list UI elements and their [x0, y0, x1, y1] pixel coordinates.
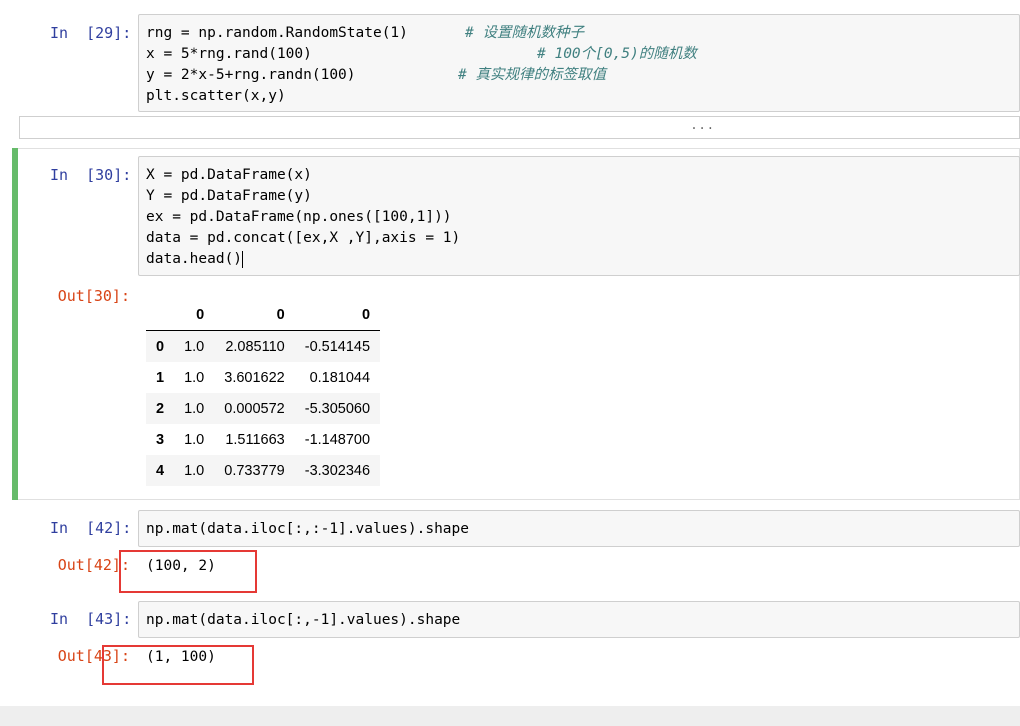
code-line: Y = pd.DataFrame(y)	[146, 188, 312, 204]
table-cell: -1.148700	[304, 431, 371, 448]
code-line: ex = pd.DataFrame(np.ones([100,1]))	[146, 209, 452, 225]
code-text: data.head()	[146, 251, 243, 267]
row-index: 4	[156, 462, 165, 479]
table-cell: 1.511663	[225, 431, 285, 448]
table-cell: 0.733779	[224, 462, 285, 479]
table-cell: 3.601622	[224, 369, 285, 386]
code-line: np.mat(data.iloc[:,-1].values).shape	[146, 612, 461, 628]
code-line: x = 5*rng.rand(100)	[146, 46, 312, 62]
table-header: 0	[174, 300, 215, 331]
notebook-bottom-margin	[0, 706, 1020, 726]
table-cell: 1.0	[184, 369, 205, 386]
table-header: 0	[214, 300, 295, 331]
code-line: y = 2*x-5+rng.randn(100)	[146, 67, 356, 83]
annotation-box	[119, 550, 257, 593]
table-header: 0	[294, 300, 381, 331]
code-line: X = pd.DataFrame(x)	[146, 167, 312, 183]
table-cell: -0.514145	[304, 338, 371, 355]
table-cell: 0.000572	[224, 400, 285, 417]
table-cell: 1.0	[184, 400, 205, 417]
annotation-box	[102, 645, 254, 685]
collapsed-output-ellipsis: ...	[690, 118, 715, 132]
table-row: 1 1.0 3.601622 0.181044	[146, 362, 380, 393]
code-line: data = pd.concat([ex,X ,Y],axis = 1)	[146, 230, 461, 246]
row-index: 1	[156, 369, 165, 386]
table-row: 3 1.0 1.511663 -1.148700	[146, 424, 380, 455]
code-comment: # 100个[0,5)的随机数	[537, 46, 697, 62]
in-prompt-42: In [42]:	[50, 519, 132, 537]
in-prompt-29: In [29]:	[50, 24, 132, 42]
out-prompt-42: Out[42]:	[57, 556, 130, 574]
table-cell: 1.0	[184, 338, 205, 355]
table-row: 4 1.0 0.733779 -3.302346	[146, 455, 381, 486]
table-cell: 1.0	[184, 431, 205, 448]
code-comment: # 真实规律的标签取值	[458, 67, 606, 83]
table-row: 0 1.0 2.085110 -0.514145	[146, 330, 381, 362]
code-line: rng = np.random.RandomState(1)	[146, 25, 408, 41]
in-prompt-30: In [30]:	[50, 166, 132, 184]
table-cell: 2.085110	[225, 338, 285, 355]
text-cursor	[242, 250, 244, 268]
table-header-row: 0 0 0	[146, 300, 381, 331]
code-input-42[interactable]: np.mat(data.iloc[:,:-1].values).shape	[138, 510, 1020, 547]
table-cell: -3.302346	[304, 462, 371, 479]
table-row: 2 1.0 0.000572 -5.305060	[146, 393, 381, 424]
table-cell: 1.0	[184, 462, 205, 479]
table-cell: 0.181044	[309, 369, 371, 386]
code-line: np.mat(data.iloc[:,:-1].values).shape	[146, 521, 470, 537]
dataframe-table: 0 0 0 0 1.0 2.085110 -0.514145 1 1.0 3.6…	[146, 300, 381, 486]
code-input-30[interactable]: X = pd.DataFrame(x) Y = pd.DataFrame(y) …	[138, 156, 1020, 276]
in-prompt-43: In [43]:	[50, 610, 132, 628]
out-prompt-30: Out[30]:	[57, 287, 130, 305]
row-index: 0	[156, 338, 165, 355]
row-index: 3	[156, 431, 165, 448]
collapsed-output-29[interactable]: ...	[19, 116, 1020, 139]
code-input-43[interactable]: np.mat(data.iloc[:,-1].values).shape	[138, 601, 1020, 638]
table-cell: -5.305060	[304, 400, 371, 417]
code-input-29[interactable]: rng = np.random.RandomState(1) # 设置随机数种子…	[138, 14, 1020, 112]
code-line: data.head()	[146, 249, 244, 270]
code-line: plt.scatter(x,y)	[146, 88, 286, 104]
code-comment: # 设置随机数种子	[465, 25, 584, 41]
row-index: 2	[156, 400, 165, 417]
table-header-index	[146, 300, 175, 331]
